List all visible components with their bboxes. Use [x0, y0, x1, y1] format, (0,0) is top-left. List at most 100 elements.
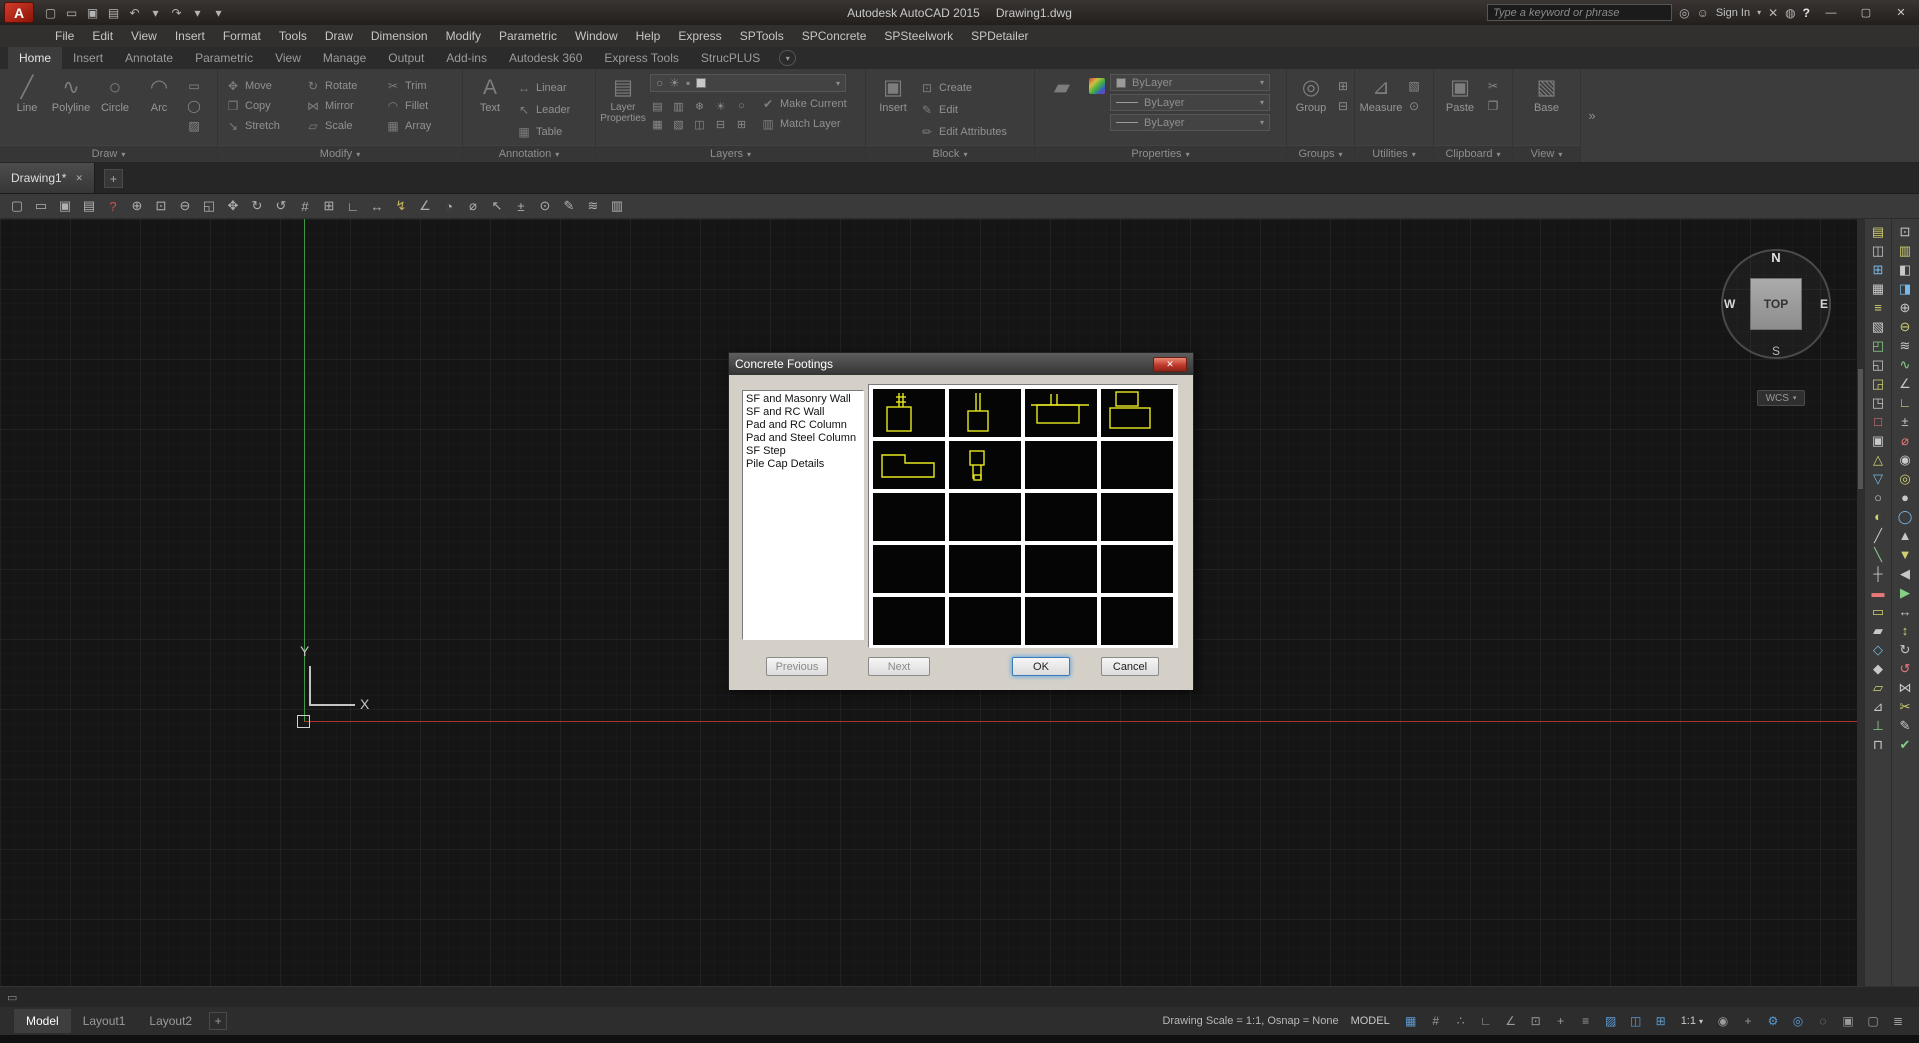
strucplus-tool-icon[interactable]: ▣: [1868, 433, 1888, 448]
strucplus-tool-icon[interactable]: ◲: [1868, 376, 1888, 391]
zoom-realtime-icon[interactable]: ⊕: [125, 198, 149, 214]
new-drawing-tab-button[interactable]: +: [104, 169, 123, 188]
viewcube-north[interactable]: N: [1771, 250, 1780, 265]
menu-item[interactable]: Modify: [437, 26, 490, 46]
grid-icon[interactable]: ▦: [1400, 1011, 1422, 1031]
object-color-dropdown[interactable]: ByLayer ▾: [1110, 74, 1270, 91]
layer-delete-icon[interactable]: ⊟: [713, 118, 728, 131]
sign-in-button[interactable]: Sign In: [1716, 7, 1750, 19]
circle-button[interactable]: ○ Circle: [93, 72, 137, 142]
stretch-button[interactable]: ↘ Stretch: [226, 119, 294, 133]
ribbon-overflow-icon[interactable]: »: [1581, 69, 1603, 162]
strucplus-tool-icon[interactable]: ▬: [1868, 585, 1888, 600]
strucplus-tool-icon[interactable]: ▰: [1868, 623, 1888, 638]
wcs-dropdown[interactable]: WCS ▾: [1757, 390, 1805, 406]
panel-title-modify[interactable]: Modify▾: [218, 145, 462, 162]
dim-update-icon[interactable]: ↯: [389, 198, 413, 214]
menu-item[interactable]: Window: [566, 26, 627, 46]
panel-title-annotation[interactable]: Annotation▾: [463, 145, 595, 162]
strucplus-tool-icon[interactable]: ◫: [1868, 243, 1888, 258]
footing-type-option[interactable]: Pad and RC Column: [743, 419, 863, 432]
panel-title-clipboard[interactable]: Clipboard▾: [1434, 145, 1512, 162]
previous-button[interactable]: Previous: [766, 657, 828, 676]
panel-title-draw[interactable]: Draw▾: [0, 145, 217, 162]
panel-title-block[interactable]: Block▾: [866, 145, 1034, 162]
scrollbar-thumb[interactable]: [1858, 369, 1863, 489]
strucplus-tool-icon[interactable]: ✂: [1895, 699, 1915, 714]
menu-item[interactable]: Help: [627, 26, 670, 46]
make-current-button[interactable]: ✔ Make Current: [761, 97, 847, 111]
preview-tile-empty[interactable]: [1101, 545, 1173, 593]
polyline-button[interactable]: ∿ Polyline: [49, 72, 93, 142]
menu-item[interactable]: SPDetailer: [962, 26, 1037, 46]
strucplus-tool-icon[interactable]: ◰: [1868, 338, 1888, 353]
ellipse-tool-icon[interactable]: ◯: [186, 99, 202, 113]
next-button[interactable]: Next: [868, 657, 930, 676]
create-block-button[interactable]: ⊡ Create: [920, 81, 1007, 95]
hatch-tool-icon[interactable]: ▨: [186, 119, 202, 133]
strucplus-tool-icon[interactable]: ⊿: [1868, 699, 1888, 714]
strucplus-tool-icon[interactable]: ▧: [1868, 319, 1888, 334]
footing-type-option[interactable]: Pad and Steel Column: [743, 432, 863, 445]
strucplus-tool-icon[interactable]: ⊞: [1868, 262, 1888, 277]
footing-type-list[interactable]: SF and Masonry WallSF and RC WallPad and…: [742, 390, 864, 640]
strucplus-tool-icon[interactable]: ⊓: [1868, 737, 1888, 752]
clean-screen-icon[interactable]: ▢: [1862, 1011, 1884, 1031]
strucplus-tool-icon[interactable]: ⊕: [1895, 300, 1915, 315]
panel-title-groups[interactable]: Groups▾: [1287, 145, 1354, 162]
ribbon-tab[interactable]: Autodesk 360: [498, 47, 593, 69]
isolate-objects-icon[interactable]: ◌: [1812, 1011, 1834, 1031]
fillet-button[interactable]: ◠ Fillet: [386, 99, 454, 113]
menu-item[interactable]: Dimension: [362, 26, 437, 46]
strucplus-tool-icon[interactable]: △: [1868, 452, 1888, 467]
preview-tile-sf-rc-wall[interactable]: [949, 389, 1021, 437]
strucplus-tool-icon[interactable]: ◎: [1895, 471, 1915, 486]
preview-tile-empty[interactable]: [949, 545, 1021, 593]
strucplus-tool-icon[interactable]: ▥: [1895, 243, 1915, 258]
ribbon-tab[interactable]: Express Tools: [593, 47, 689, 69]
viewcube[interactable]: N S W E TOP: [1721, 249, 1831, 359]
ribbon-tab[interactable]: Annotate: [114, 47, 184, 69]
redraw-icon[interactable]: ↺: [269, 198, 293, 214]
hardware-accel-icon[interactable]: ▣: [1837, 1011, 1859, 1031]
ribbon-tab[interactable]: Parametric: [184, 47, 264, 69]
open-icon[interactable]: ▭: [29, 198, 53, 214]
layout-tab[interactable]: Layout2: [137, 1009, 204, 1033]
ungroup-icon[interactable]: ⊟: [1335, 99, 1351, 113]
menu-item[interactable]: Edit: [83, 26, 122, 46]
layer-on-icon[interactable]: ☀: [713, 100, 728, 113]
strucplus-tool-icon[interactable]: ▭: [1868, 604, 1888, 619]
strucplus-tool-icon[interactable]: ▼: [1895, 547, 1915, 562]
autoscale-icon[interactable]: +: [1737, 1011, 1759, 1031]
layer-off-icon[interactable]: ○: [734, 100, 749, 113]
annotation-visibility-icon[interactable]: ◉: [1712, 1011, 1734, 1031]
snap-icon[interactable]: #: [1425, 1011, 1447, 1031]
menu-item[interactable]: Format: [214, 26, 270, 46]
qat-menu-icon[interactable]: ▾: [208, 6, 229, 20]
rotate-button[interactable]: ↻ Rotate: [306, 79, 374, 93]
annotation-scale-button[interactable]: 1:1 ▾: [1681, 1015, 1703, 1027]
command-window-icon[interactable]: ▭: [7, 991, 17, 1004]
menu-item[interactable]: File: [46, 26, 83, 46]
ortho-icon[interactable]: ∟: [1475, 1011, 1497, 1031]
menu-item[interactable]: Express: [669, 26, 730, 46]
document-tab[interactable]: Drawing1* ✕: [0, 163, 95, 193]
command-line-strip[interactable]: ▭: [0, 986, 1919, 1007]
scale-button[interactable]: ▱ Scale: [306, 119, 374, 133]
array-button[interactable]: ▦ Array: [386, 119, 454, 133]
strucplus-tool-icon[interactable]: ∟: [1895, 395, 1915, 410]
edit-attributes-button[interactable]: ✏ Edit Attributes: [920, 125, 1007, 139]
panel-title-view[interactable]: View▾: [1513, 145, 1580, 162]
strucplus-tool-icon[interactable]: ↻: [1895, 642, 1915, 657]
annotation-monitor-icon[interactable]: ◎: [1787, 1011, 1809, 1031]
edit-block-button[interactable]: ✎ Edit: [920, 103, 1007, 117]
leader-button[interactable]: ↖ Leader: [517, 103, 570, 117]
base-view-button[interactable]: ▧ Base: [1525, 72, 1569, 142]
color-wheel-icon[interactable]: [1089, 78, 1105, 94]
help-icon[interactable]: ?: [1803, 6, 1810, 20]
sign-in-dropdown-icon[interactable]: ▾: [1757, 8, 1761, 17]
strucplus-tool-icon[interactable]: ∿: [1895, 357, 1915, 372]
center-mark-icon[interactable]: ⊙: [533, 198, 557, 214]
quick-select-icon[interactable]: ▧: [1406, 79, 1422, 93]
strucplus-tool-icon[interactable]: ◉: [1895, 452, 1915, 467]
